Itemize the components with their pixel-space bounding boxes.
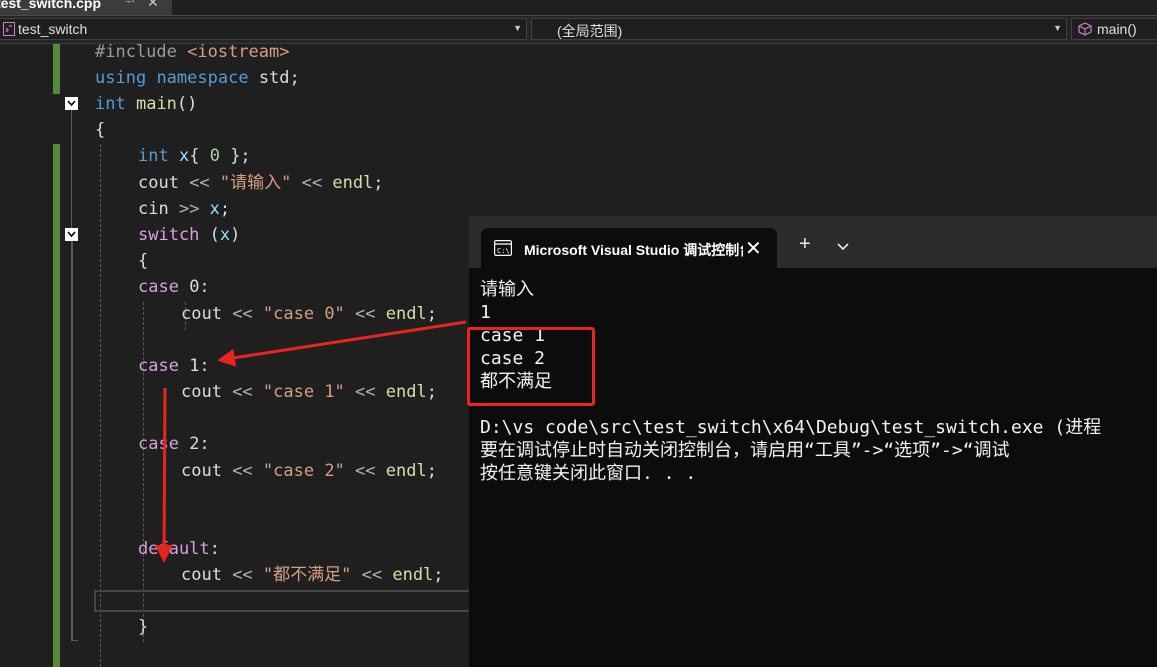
- annotation-arrows: [155, 320, 467, 563]
- arrow-to-default: [155, 387, 174, 563]
- arrow-to-case-1: [217, 320, 467, 367]
